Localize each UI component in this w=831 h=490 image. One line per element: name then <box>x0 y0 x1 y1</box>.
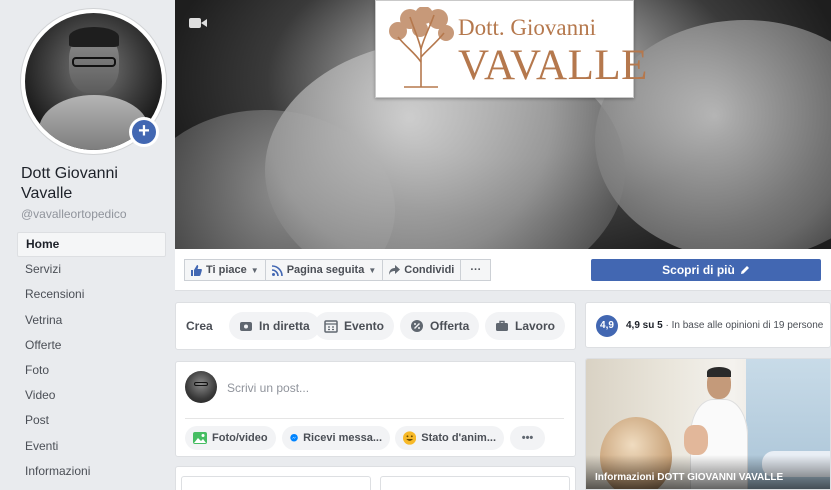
sidebar-item-offerte[interactable]: Offerte <box>17 333 166 358</box>
page-action-bar: Ti piace ▼ Pagina seguita ▼ Condividi ··… <box>175 249 831 291</box>
create-offer-button[interactable]: Offerta <box>400 312 480 340</box>
thumbs-up-icon <box>191 264 202 276</box>
create-event-button[interactable]: Evento <box>314 312 395 340</box>
divider <box>185 418 564 419</box>
next-card-right <box>380 476 570 490</box>
composer-avatar <box>185 371 217 403</box>
follow-button[interactable]: Pagina seguita ▼ <box>265 259 384 281</box>
chevron-down-icon: ▼ <box>368 265 377 275</box>
left-sidebar: + Dott Giovanni Vavalle @vavalleortopedi… <box>0 0 175 490</box>
logo-text-title: Dott. Giovanni <box>458 15 596 40</box>
pencil-icon <box>740 266 749 274</box>
about-video[interactable]: Informazioni DOTT GIOVANNI VAVALLE <box>585 358 831 490</box>
chevron-down-icon: ▼ <box>250 265 259 275</box>
next-card <box>175 466 576 490</box>
sidebar-item-post[interactable]: Post <box>17 408 166 433</box>
logo-text-name: VAVALLE <box>458 42 648 89</box>
more-icon: ··· <box>470 264 482 276</box>
more-icon: ••• <box>521 432 534 444</box>
sidebar-item-recensioni[interactable]: Recensioni <box>17 282 166 307</box>
page-handle[interactable]: @vavalleortopedico <box>21 207 127 221</box>
post-input[interactable]: Scrivi un post... <box>227 381 309 395</box>
create-job-button[interactable]: Lavoro <box>485 312 566 340</box>
sidebar-item-video[interactable]: Video <box>17 383 166 408</box>
messenger-icon <box>290 433 298 442</box>
sidebar-nav: Home Servizi Recensioni Vetrina Offerte … <box>17 232 166 484</box>
tree-logo-icon <box>389 7 454 88</box>
learn-more-button[interactable]: Scopri di più <box>591 259 821 281</box>
post-composer: Scrivi un post... Foto/video Ricevi mess… <box>175 361 576 457</box>
page-title: Dott Giovanni Vavalle <box>21 165 118 202</box>
video-title: Informazioni DOTT GIOVANNI VAVALLE <box>595 472 784 483</box>
like-button[interactable]: Ti piace ▼ <box>184 259 266 281</box>
smiley-icon <box>403 431 417 445</box>
sidebar-item-home[interactable]: Home <box>17 232 166 258</box>
rating-card[interactable]: 4,9 4,9 su 5 · In base alle opinioni di … <box>585 302 831 348</box>
get-messages-button[interactable]: Ricevi messa... <box>282 426 390 450</box>
sidebar-item-servizi[interactable]: Servizi <box>17 257 166 282</box>
plus-icon: + <box>132 120 156 144</box>
rating-summary: 4,9 su 5 · In base alle opinioni di 19 p… <box>626 320 824 331</box>
cover-photo[interactable]: Dott. Giovanni VAVALLE <box>175 0 831 249</box>
offer-tag-icon <box>411 320 423 332</box>
calendar-icon <box>324 320 338 333</box>
sidebar-item-vetrina[interactable]: Vetrina <box>17 308 166 333</box>
add-profile-photo-button[interactable]: + <box>129 117 159 147</box>
feeling-activity-button[interactable]: Stato d'anim... <box>395 426 504 450</box>
briefcase-icon <box>496 320 508 331</box>
live-video-icon <box>240 322 252 331</box>
share-button[interactable]: Condividi <box>383 259 462 281</box>
rss-feed-icon <box>271 264 283 276</box>
composer-more-button[interactable]: ••• <box>510 426 545 450</box>
sidebar-item-informazioni[interactable]: Informazioni <box>17 459 166 484</box>
rating-badge: 4,9 <box>596 315 618 337</box>
create-label: Crea <box>186 319 213 333</box>
photo-icon <box>193 432 207 444</box>
share-arrow-icon <box>389 265 401 275</box>
create-card: Crea In diretta Evento Offerta Lavoro <box>175 302 576 350</box>
next-card-left <box>181 476 371 490</box>
photo-video-button[interactable]: Foto/video <box>185 426 276 450</box>
create-live-button[interactable]: In diretta <box>229 312 320 340</box>
video-camera-icon <box>189 18 207 28</box>
sidebar-item-eventi[interactable]: Eventi <box>17 434 166 459</box>
sidebar-item-foto[interactable]: Foto <box>17 358 166 383</box>
cover-logo: Dott. Giovanni VAVALLE <box>375 0 647 98</box>
more-options-button[interactable]: ··· <box>461 259 492 281</box>
